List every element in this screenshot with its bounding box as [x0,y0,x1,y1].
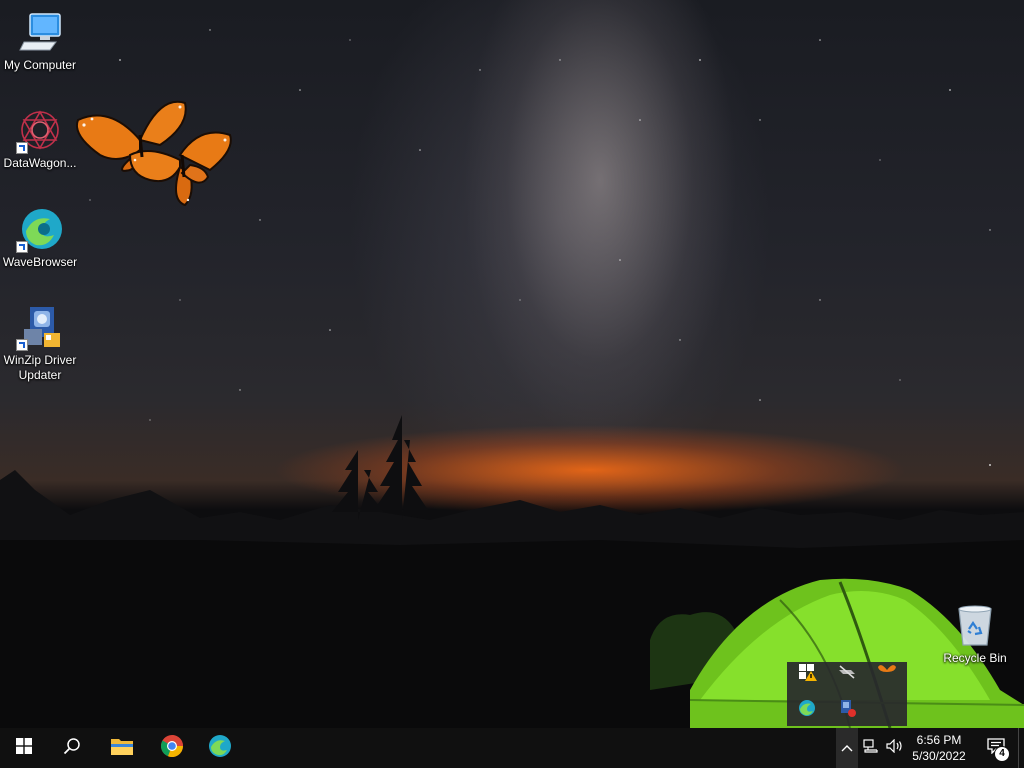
butterfly-icon[interactable] [877,662,897,682]
search-button[interactable] [48,728,96,768]
recycle-bin-icon [951,601,999,649]
desktop-icon-datawagon[interactable]: DataWagon... [0,106,80,171]
desktop-icon-my-computer[interactable]: My Computer [0,8,80,73]
butterfly-icon[interactable] [70,95,240,215]
action-center-button[interactable]: 4 [976,728,1016,768]
desktop-icon-wavebrowser[interactable]: WaveBrowser [0,205,80,270]
desktop-icon-winzip-driver-updater[interactable]: WinZip Driver Updater [0,303,80,383]
desktop-icon-label: My Computer [3,58,77,72]
notification-count-badge: 4 [994,746,1010,762]
desktop-icon-recycle-bin[interactable]: Recycle Bin [935,601,1015,666]
winzip-driver-updater-icon [16,303,64,351]
computer-icon [16,8,64,56]
chrome-button[interactable] [148,728,196,768]
wavebrowser-taskbar-button[interactable] [196,728,244,768]
show-hidden-icons-button[interactable] [836,728,858,768]
volume-icon [886,738,904,758]
wavebrowser-icon [208,734,232,763]
file-explorer-icon [110,736,134,761]
shortcut-arrow-icon [16,142,28,154]
shortcut-arrow-icon [16,339,28,351]
network-button[interactable] [860,728,882,768]
winzip-driver-icon[interactable] [837,698,857,718]
desktop-icon-label: Recycle Bin [943,651,1007,665]
taskbar: 6:56 PM 5/30/2022 4 [0,728,1024,768]
clock-date: 5/30/2022 [912,749,966,763]
network-icon [863,738,879,758]
tray-overflow-flyout [787,662,907,726]
start-button[interactable] [0,728,48,768]
shortcut-arrow-icon [16,241,28,253]
datawagon-icon [16,106,64,154]
clock[interactable]: 6:56 PM 5/30/2022 [908,728,970,768]
search-icon [63,737,81,760]
clock-time: 6:56 PM [916,733,962,747]
file-explorer-button[interactable] [98,728,146,768]
wavebrowser-icon [16,205,64,253]
desktop-icon-label: DataWagon... [3,156,77,170]
hidden-network-icon[interactable] [837,662,857,682]
show-desktop-button[interactable] [1018,728,1024,768]
security-warning-icon[interactable] [797,662,817,682]
desktop-icon-label: WinZip Driver Updater [3,353,77,382]
wavebrowser-icon[interactable] [797,698,817,718]
desktop-icon-label: WaveBrowser [2,255,78,269]
chrome-icon [160,734,184,763]
chevron-up-icon [841,739,853,757]
volume-button[interactable] [884,728,906,768]
start-icon [16,737,32,759]
